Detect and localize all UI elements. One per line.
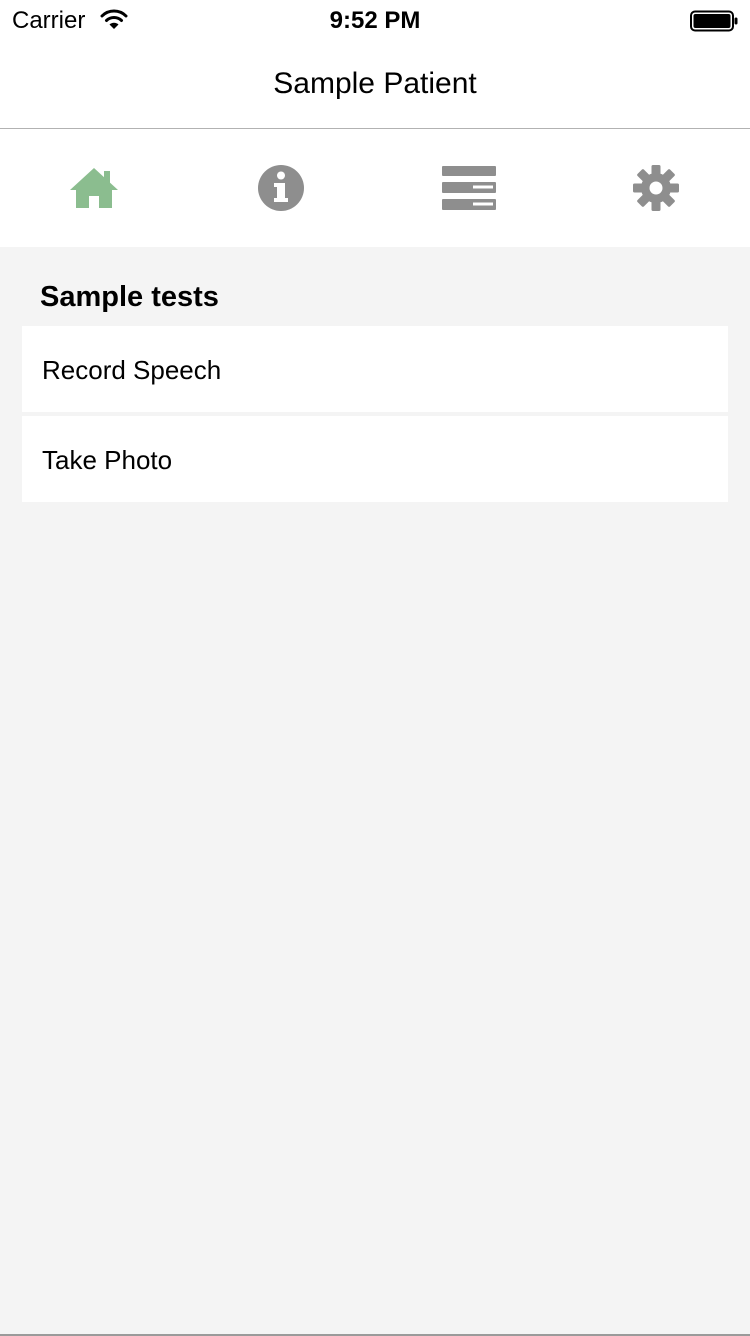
list-item-label: Record Speech	[42, 355, 222, 385]
gear-icon	[632, 164, 680, 212]
tab-bar	[0, 129, 750, 247]
list-item-label: Take Photo	[42, 445, 173, 475]
status-time: 9:52 PM	[329, 7, 421, 34]
status-bar: Carrier 9:52 PM	[0, 0, 750, 40]
tab-settings[interactable]	[562, 129, 749, 247]
navigation-bar: Sample Patient	[0, 40, 750, 129]
home-icon	[69, 166, 119, 210]
list-item-take-photo[interactable]: Take Photo	[22, 416, 728, 502]
tab-list[interactable]	[375, 129, 562, 247]
list-icon	[441, 166, 496, 210]
battery-icon	[690, 10, 738, 32]
info-icon	[257, 164, 305, 212]
tab-home[interactable]	[0, 129, 187, 247]
section-title: Sample tests	[40, 281, 219, 313]
page-title: Sample Patient	[273, 67, 477, 100]
tests-list: Record Speech Take Photo	[22, 326, 728, 506]
tab-info[interactable]	[187, 129, 374, 247]
list-item-record-speech[interactable]: Record Speech	[22, 326, 728, 412]
